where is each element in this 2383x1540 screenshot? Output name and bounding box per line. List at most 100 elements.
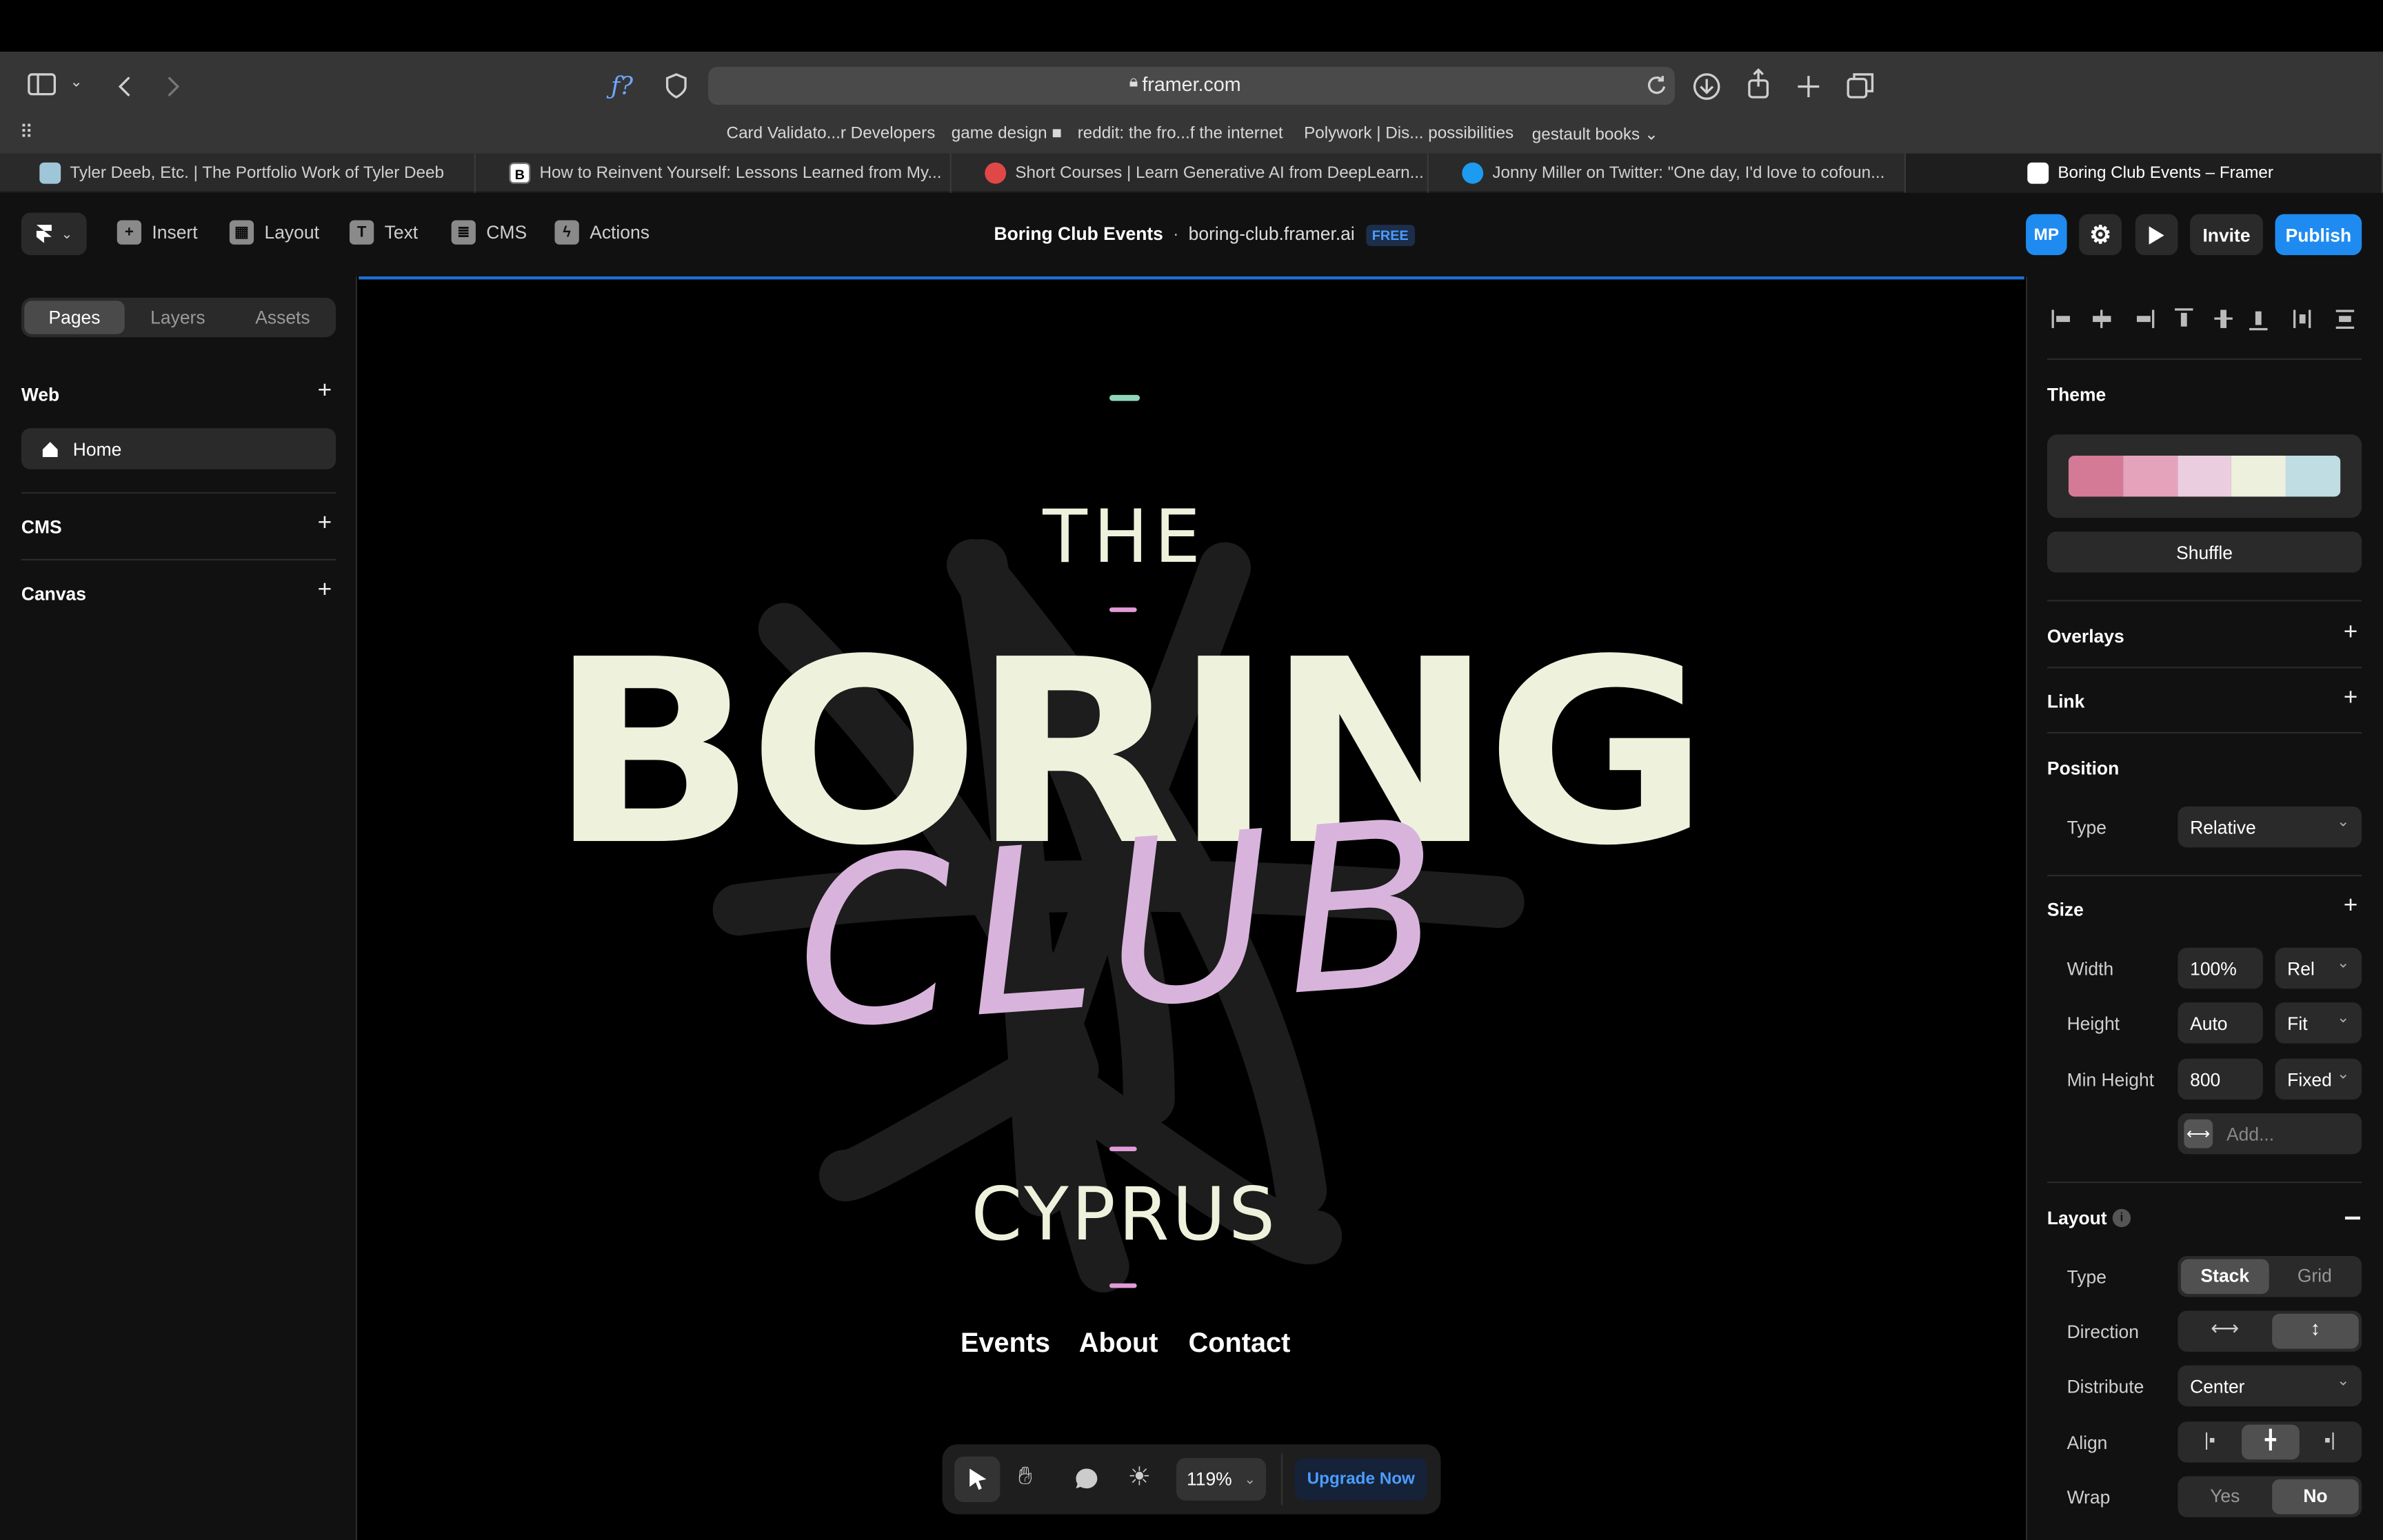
comment-icon[interactable]	[1074, 1467, 1098, 1491]
divider	[2047, 1182, 2362, 1184]
cms-button[interactable]: ≣ CMS	[451, 220, 527, 245]
share-icon[interactable]	[1747, 68, 1771, 99]
sun-icon[interactable]: ☀︎	[1127, 1463, 1151, 1493]
add-overlay-icon[interactable]: +	[2344, 620, 2358, 647]
framer-menu-button[interactable]: ⌄	[21, 212, 87, 256]
page-label: Home	[72, 438, 122, 460]
text-button[interactable]: T Text	[349, 220, 419, 245]
canvas-section-title: Canvas	[21, 583, 86, 605]
browser-tab[interactable]: Jonny Miller on Twitter: "One day, I'd l…	[1429, 153, 1906, 193]
tab-layers[interactable]: Layers	[126, 298, 230, 337]
shield-icon[interactable]	[664, 73, 688, 101]
forward-icon[interactable]	[164, 74, 182, 99]
zoom-value: 119%	[1186, 1468, 1232, 1490]
headline-cyprus[interactable]: CYPRUS	[359, 1173, 1891, 1257]
upgrade-button[interactable]: Upgrade Now	[1294, 1458, 1427, 1501]
insert-label: Insert	[152, 221, 198, 243]
height-label: Height	[2067, 1013, 2120, 1035]
text-label: Text	[384, 221, 419, 243]
min-height-input[interactable]: 800	[2178, 1058, 2263, 1100]
nav-about[interactable]: About	[1079, 1328, 1158, 1359]
option-yes[interactable]: Yes	[2181, 1486, 2269, 1507]
design-canvas[interactable]: THE BORING CLUB CYPRUS Events About Cont…	[359, 276, 2024, 1540]
reload-icon[interactable]	[1646, 74, 1667, 96]
layout-label: Layout	[264, 221, 319, 243]
cursor-icon	[969, 1468, 987, 1490]
alignment-icons[interactable]	[2047, 304, 2366, 334]
add-constraint-field[interactable]: ⟷ Add...	[2178, 1113, 2362, 1155]
option-stack[interactable]: Stack	[2181, 1265, 2269, 1286]
page-item-home[interactable]: Home	[21, 428, 336, 469]
chevron-down-icon: ⌄	[2337, 955, 2350, 973]
address-bar[interactable]: framer.com 🔒︎	[708, 66, 1675, 105]
overlays-title: Overlays	[2047, 625, 2124, 647]
insert-button[interactable]: + Insert	[117, 220, 198, 245]
nav-contact[interactable]: Contact	[1189, 1328, 1291, 1359]
avatar[interactable]: MP	[2026, 214, 2067, 256]
preview-button[interactable]	[2135, 214, 2178, 256]
bookmark-item[interactable]: gestault books ⌄	[1532, 125, 1658, 144]
browser-tab[interactable]: Tyler Deeb, Etc. | The Portfolio Work of…	[0, 153, 476, 193]
distribute-select[interactable]: Center ⌄	[2178, 1365, 2362, 1407]
tab-overview-icon[interactable]	[1847, 72, 1874, 99]
align-center-icon[interactable]: ╋	[2243, 1429, 2297, 1450]
bookmark-item[interactable]: Card Validato...r Developers	[727, 125, 936, 143]
add-cms-icon[interactable]: +	[318, 510, 332, 538]
tab-assets[interactable]: Assets	[231, 298, 334, 337]
add-size-icon[interactable]: +	[2344, 893, 2358, 920]
zoom-dropdown[interactable]: 119% ⌄	[1176, 1458, 1267, 1501]
chevron-down-icon: ⌄	[2337, 1372, 2350, 1390]
height-input[interactable]: Auto	[2178, 1002, 2263, 1044]
apps-grid-icon[interactable]: ⠿	[20, 121, 33, 143]
option-grid[interactable]: Grid	[2271, 1265, 2359, 1286]
actions-button[interactable]: ϟ Actions	[554, 220, 650, 245]
download-icon[interactable]	[1691, 72, 1722, 102]
swatch	[2177, 455, 2232, 497]
publish-button[interactable]: Publish	[2275, 214, 2362, 256]
project-title[interactable]: Boring Club Events · boring-club.framer.…	[994, 223, 1415, 246]
bookmark-item[interactable]: Polywork | Dis... possibilities	[1304, 125, 1514, 143]
width-unit-select[interactable]: Rel ⌄	[2275, 947, 2362, 989]
layout-button[interactable]: ▦ Layout	[229, 220, 319, 245]
select-tool-button[interactable]	[954, 1456, 1001, 1502]
add-canvas-icon[interactable]: +	[318, 577, 332, 605]
min-height-unit-select[interactable]: Fixed ⌄	[2275, 1058, 2362, 1100]
browser-tab[interactable]: B How to Reinvent Yourself: Lessons Learn…	[476, 153, 952, 193]
vertical-arrows-icon[interactable]: ↕	[2272, 1317, 2359, 1339]
shuffle-button[interactable]: Shuffle	[2047, 531, 2362, 573]
sidebar-toggle-icon[interactable]	[28, 73, 58, 97]
align-start-icon[interactable]: |▪	[2184, 1429, 2235, 1450]
back-icon[interactable]	[116, 74, 134, 99]
tab-title: How to Reinvent Yourself: Lessons Learne…	[539, 163, 942, 183]
select-value: Fit	[2287, 1012, 2308, 1034]
nav-events[interactable]: Events	[961, 1328, 1050, 1359]
settings-button[interactable]: ⚙︎	[2079, 214, 2122, 256]
position-type-select[interactable]: Relative ⌄	[2178, 806, 2362, 848]
text-icon: T	[349, 220, 374, 245]
browser-tab-active[interactable]: Boring Club Events – Framer	[1905, 153, 2383, 193]
browser-tab[interactable]: Short Courses | Learn Generative AI from…	[952, 153, 1429, 193]
theme-palette[interactable]	[2047, 434, 2362, 518]
layout-type-label: Type	[2067, 1266, 2107, 1288]
url-text: framer.com	[1142, 72, 1241, 96]
invite-button[interactable]: Invite	[2190, 214, 2263, 256]
extension-icon[interactable]: ƒ?	[611, 72, 633, 101]
actions-label: Actions	[590, 221, 650, 243]
width-input[interactable]: 100%	[2178, 947, 2263, 989]
chevron-down-icon[interactable]: ⌄	[70, 74, 82, 91]
align-end-icon[interactable]: ▪|	[2302, 1429, 2357, 1450]
swatch	[2068, 455, 2123, 497]
bookmark-item[interactable]: reddit: the fro...f the internet	[1078, 125, 1283, 143]
hand-icon[interactable]: ✋︎	[1018, 1464, 1032, 1492]
horizontal-arrows-icon[interactable]: ⟷	[2181, 1317, 2269, 1341]
info-icon[interactable]: i	[2112, 1208, 2131, 1228]
headline-the[interactable]: THE	[359, 495, 1891, 580]
add-link-icon[interactable]: +	[2344, 685, 2358, 713]
new-tab-icon[interactable]	[1796, 74, 1820, 99]
minus-icon[interactable]	[2344, 1216, 2360, 1219]
tab-pages[interactable]: Pages	[24, 298, 124, 337]
option-no[interactable]: No	[2272, 1486, 2359, 1507]
height-unit-select[interactable]: Fit ⌄	[2275, 1002, 2362, 1044]
bookmark-item[interactable]: game design ■	[952, 125, 1062, 143]
add-page-icon[interactable]: +	[318, 378, 332, 406]
